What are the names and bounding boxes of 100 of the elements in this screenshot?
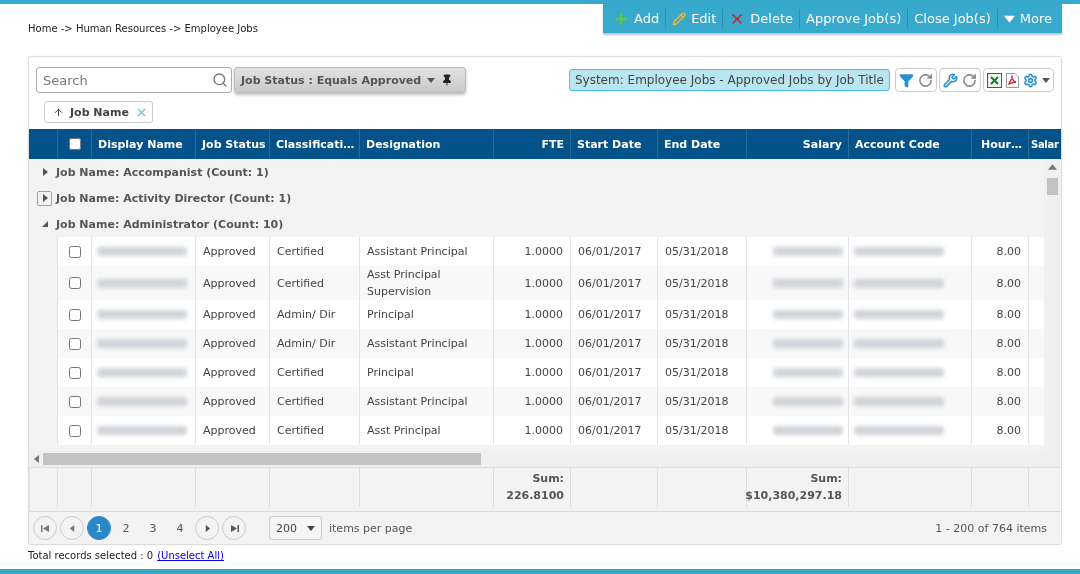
table-cell bbox=[1028, 387, 1044, 416]
table-cell: 06/01/2017 bbox=[570, 300, 657, 329]
selection-count: Total records selected : 0 bbox=[28, 550, 154, 561]
blurred-text bbox=[773, 339, 843, 348]
table-cell: Certified bbox=[269, 358, 359, 387]
table-cell bbox=[1028, 237, 1044, 266]
filter-icon[interactable] bbox=[898, 72, 915, 88]
row-checkbox[interactable] bbox=[68, 277, 81, 289]
table-cell: Approved bbox=[195, 237, 269, 266]
table-cell: Certified bbox=[269, 387, 359, 416]
table-cell: 06/01/2017 bbox=[570, 237, 657, 266]
wrench-icon[interactable] bbox=[942, 72, 959, 88]
table-cell: Principal bbox=[359, 300, 493, 329]
page-size-select[interactable]: 200 bbox=[269, 516, 322, 540]
table-cell: 06/01/2017 bbox=[570, 329, 657, 358]
table-cell: 1.0000 bbox=[493, 358, 570, 387]
table-cell: Principal bbox=[359, 358, 493, 387]
settings-icon[interactable] bbox=[1022, 72, 1039, 88]
row-checkbox[interactable] bbox=[68, 395, 81, 408]
table-cell: 8.00 bbox=[971, 237, 1028, 266]
table-cell: 05/31/2018 bbox=[657, 387, 746, 416]
group-row-label: Job Name: Activity Director (Count: 1) bbox=[56, 191, 292, 205]
table-cell: Certified bbox=[269, 416, 359, 445]
row-checkbox[interactable] bbox=[68, 245, 81, 258]
table-cell: 1.0000 bbox=[493, 329, 570, 358]
page-button[interactable]: 2 bbox=[114, 516, 138, 540]
page-button[interactable]: 4 bbox=[168, 516, 192, 540]
row-checkbox[interactable] bbox=[68, 366, 81, 379]
sum-label: Sum: bbox=[810, 471, 842, 488]
spreadsheet-icon[interactable] bbox=[986, 72, 1003, 88]
item-count: 1 - 200 of 764 items bbox=[935, 521, 1047, 535]
table-cell: Approved bbox=[195, 416, 269, 445]
blurred-text bbox=[773, 310, 843, 319]
sort-up-icon bbox=[53, 106, 64, 118]
breadcrumb: Home -> Human Resources -> Employee Jobs bbox=[28, 23, 258, 34]
row-checkbox[interactable] bbox=[68, 424, 81, 437]
scroll-thumb[interactable] bbox=[43, 453, 481, 465]
table-cell: 8.00 bbox=[971, 300, 1028, 329]
blurred-text bbox=[773, 397, 843, 406]
page-button[interactable]: 3 bbox=[141, 516, 165, 540]
table-cell: Approved bbox=[195, 387, 269, 416]
row-checkbox[interactable] bbox=[68, 308, 81, 321]
table-cell: 8.00 bbox=[971, 416, 1028, 445]
table-cell: 06/01/2017 bbox=[570, 266, 657, 300]
select-all-checkbox[interactable] bbox=[68, 138, 81, 150]
blurred-text bbox=[773, 278, 843, 288]
table-cell: Admin/ Dir bbox=[269, 300, 359, 329]
table-cell: 05/31/2018 bbox=[657, 237, 746, 266]
previous-icon bbox=[68, 524, 76, 532]
caret-icon bbox=[307, 524, 315, 532]
table-cell: Assistant Principal bbox=[359, 387, 493, 416]
horizontal-scrollbar[interactable] bbox=[29, 451, 1061, 467]
caret-icon bbox=[40, 220, 49, 228]
table-cell: 8.00 bbox=[971, 358, 1028, 387]
page-size-label: items per page bbox=[329, 521, 413, 535]
sum-value: 226.8100 bbox=[506, 488, 564, 505]
row-checkbox[interactable] bbox=[68, 337, 81, 350]
table-cell: 06/01/2017 bbox=[570, 416, 657, 445]
table-cell: 1.0000 bbox=[493, 237, 570, 266]
table-cell bbox=[1028, 416, 1044, 445]
table-cell: 1.0000 bbox=[493, 266, 570, 300]
table-cell: Assistant Principal bbox=[359, 237, 493, 266]
filter-chip[interactable]: Job Status : Equals Approved bbox=[234, 67, 467, 93]
search-field[interactable]: Search bbox=[36, 67, 232, 93]
expand-toggle[interactable] bbox=[37, 190, 52, 206]
scroll-thumb[interactable] bbox=[1047, 178, 1058, 195]
table-cell: 1.0000 bbox=[493, 387, 570, 416]
unselect-all-link[interactable]: (Unselect All) bbox=[157, 550, 224, 561]
caret-icon bbox=[40, 168, 49, 176]
pin-icon bbox=[441, 74, 454, 86]
pencil-icon bbox=[672, 11, 687, 26]
next-icon bbox=[203, 524, 211, 532]
table-cell: Assistant Principal bbox=[359, 329, 493, 358]
plus-icon bbox=[612, 10, 629, 27]
view-name[interactable]: System: Employee Jobs - Approved Jobs by Job Title bbox=[568, 69, 890, 91]
refresh-icon[interactable] bbox=[917, 72, 934, 88]
table-cell bbox=[1028, 358, 1044, 387]
group-chip[interactable]: Job Name bbox=[44, 101, 153, 123]
caret-icon bbox=[1003, 13, 1015, 24]
table-cell: Asst Principal bbox=[359, 416, 493, 445]
refresh-icon[interactable] bbox=[961, 72, 978, 88]
caret-icon bbox=[427, 76, 436, 84]
table-cell: Certified bbox=[269, 266, 359, 300]
blurred-text bbox=[773, 368, 843, 377]
page-button[interactable]: 1 bbox=[87, 516, 111, 540]
pdf-icon[interactable] bbox=[1005, 72, 1020, 88]
caret-icon[interactable] bbox=[1041, 76, 1051, 84]
table-cell: 05/31/2018 bbox=[657, 266, 746, 300]
scroll-left-icon bbox=[33, 455, 41, 463]
table-cell: 1.0000 bbox=[493, 300, 570, 329]
table-cell: Certified bbox=[269, 237, 359, 266]
table-cell bbox=[1028, 266, 1044, 300]
table-cell: 06/01/2017 bbox=[570, 358, 657, 387]
table-cell: Approved bbox=[195, 266, 269, 300]
search-icon bbox=[212, 72, 228, 88]
table-cell: Approved bbox=[195, 358, 269, 387]
table-cell bbox=[1028, 329, 1044, 358]
table-cell: 8.00 bbox=[971, 387, 1028, 416]
last-page-icon bbox=[229, 523, 239, 533]
table-cell: 05/31/2018 bbox=[657, 329, 746, 358]
